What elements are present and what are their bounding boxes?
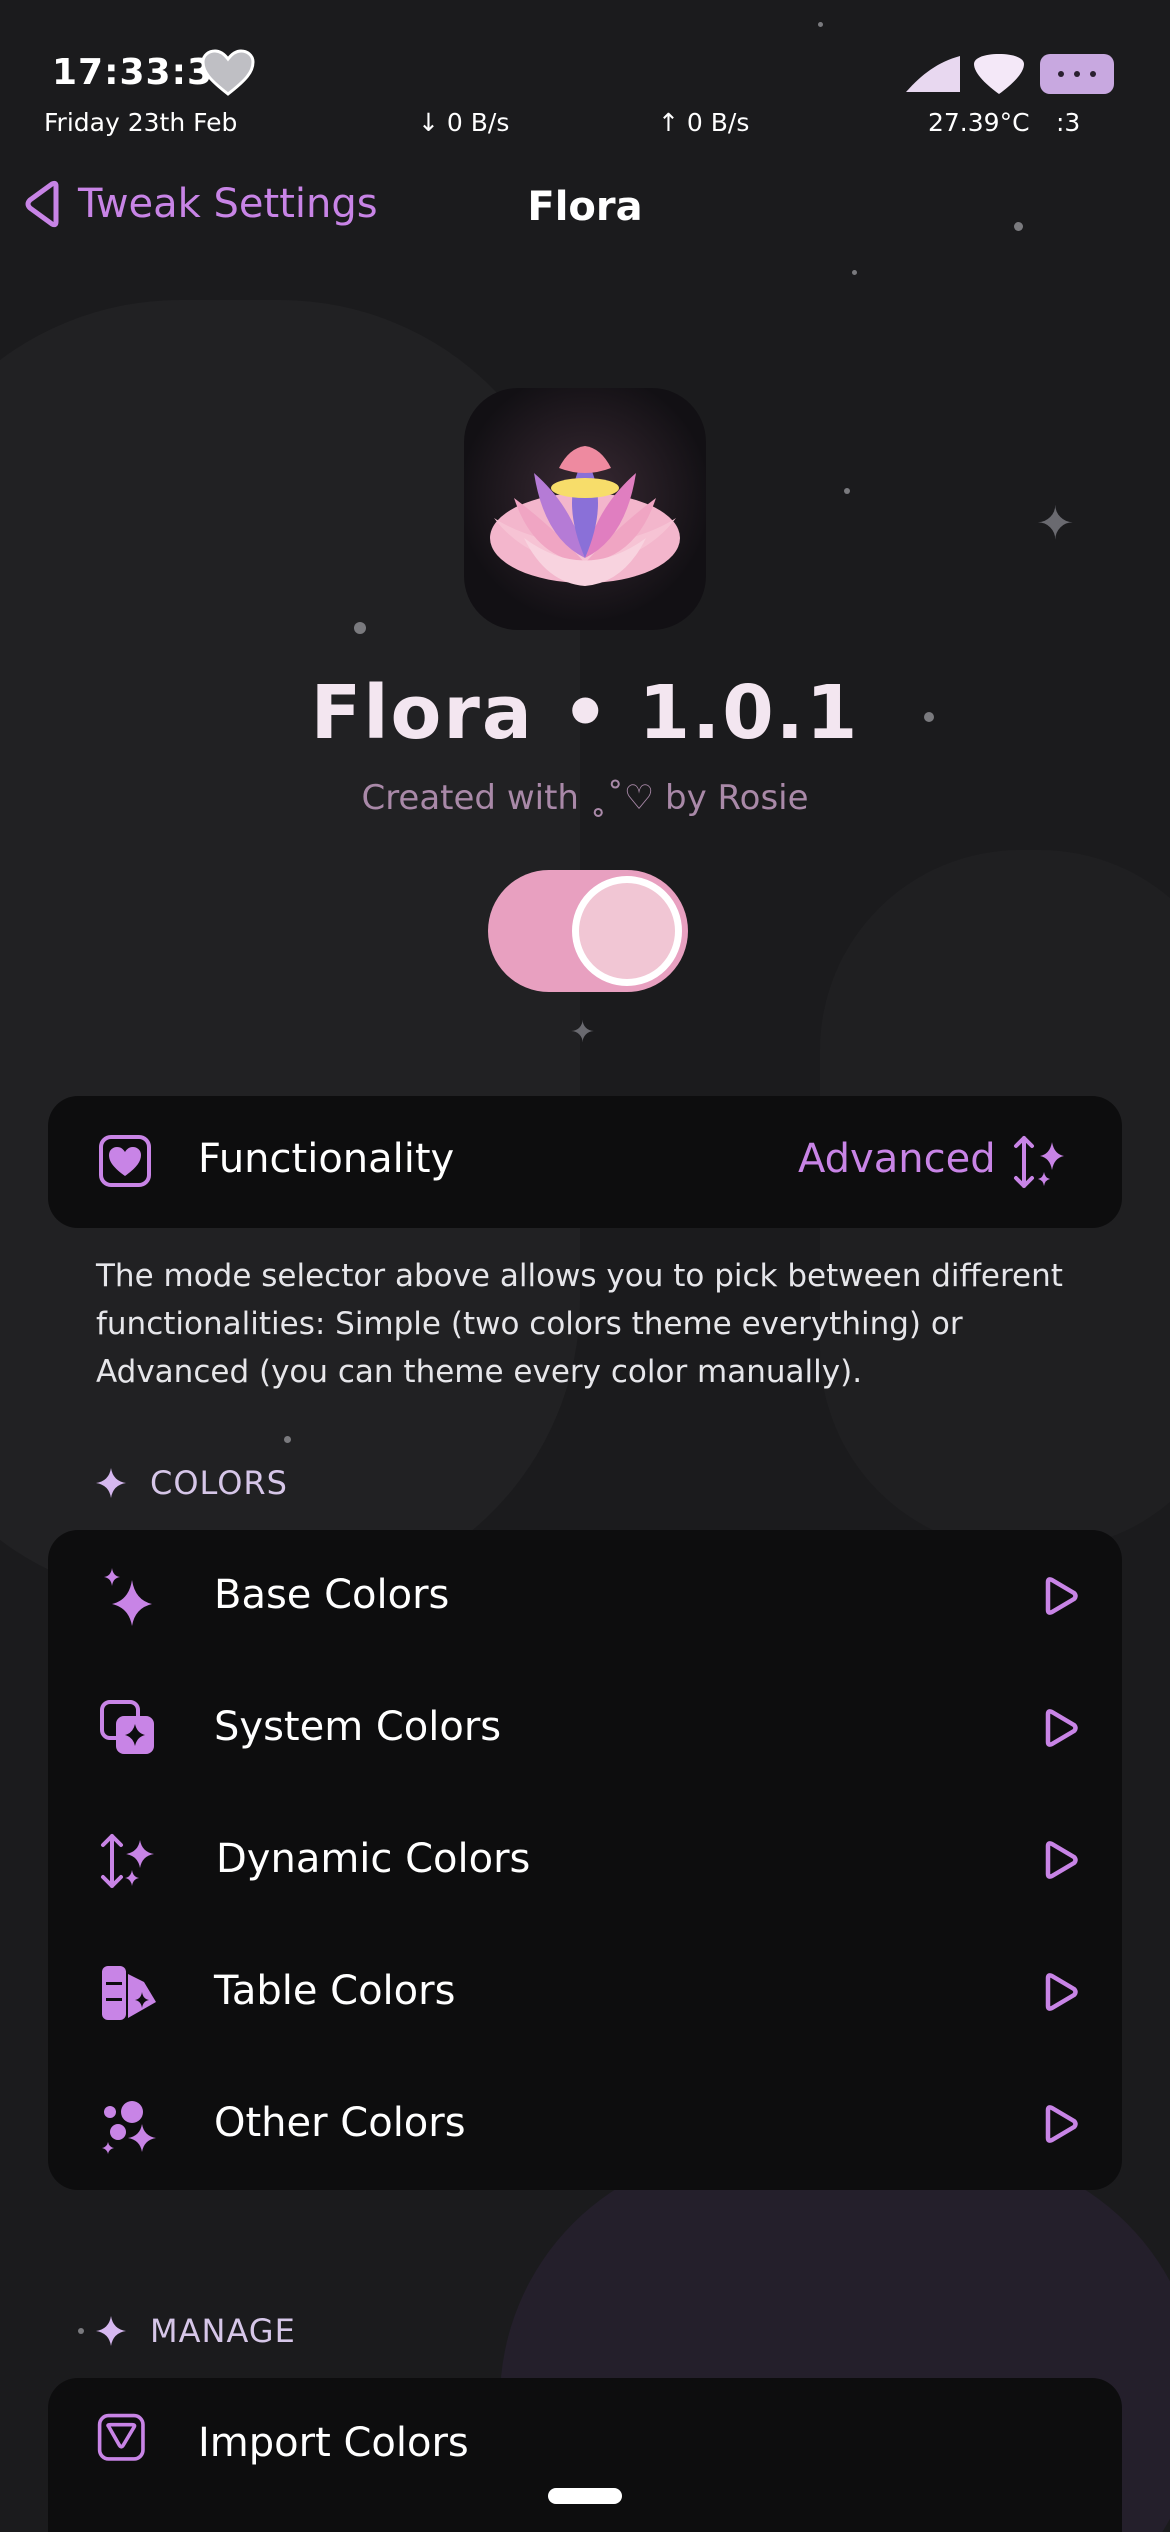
list-item-label: Table Colors — [214, 1968, 456, 2014]
star-dot — [844, 488, 850, 494]
settings-screen: ✦ ✦ 17:33:37 Friday 23th Feb ↓ 0 B/s ↑ 0… — [0, 0, 1170, 2532]
chevron-right-icon — [1045, 1973, 1078, 2011]
status-face: :3 — [1056, 108, 1081, 137]
app-subtitle: Created with ˳˚♡ by Rosie — [361, 778, 809, 818]
enable-toggle[interactable] — [488, 870, 688, 992]
heart-square-icon — [99, 1135, 151, 1187]
lotus-icon — [490, 446, 680, 586]
functionality-row[interactable]: Functionality Advanced — [48, 1096, 1122, 1228]
star-dot — [818, 22, 823, 27]
list-item-label: Dynamic Colors — [216, 1836, 531, 1882]
chevron-right-icon — [1045, 1709, 1078, 1747]
bubbles-sparkle-icon — [102, 2101, 156, 2154]
app-icon — [464, 388, 706, 630]
list-item-label: System Colors — [214, 1704, 502, 1750]
battery-icon — [1040, 54, 1114, 94]
manage-list: Import Colors — [48, 2378, 1122, 2532]
list-item-label: Other Colors — [214, 2100, 466, 2146]
wifi-icon — [974, 54, 1024, 94]
star-dot — [284, 1436, 291, 1443]
sparkle-icon: ✦ — [570, 1015, 596, 1050]
heart-icon — [201, 49, 255, 96]
import-icon — [97, 2413, 145, 2461]
temperature: 27.39°C — [928, 108, 1030, 137]
star-dot — [852, 270, 857, 275]
app-title: Flora • 1.0.1 — [310, 670, 860, 756]
sparkles-icon — [104, 1568, 152, 1626]
functionality-description: The mode selector above allows you to pi… — [96, 1258, 1063, 1390]
upload-speed: ↑ 0 B/s — [658, 108, 750, 137]
sparkle-icon — [96, 2316, 126, 2346]
chevron-right-icon — [1045, 1577, 1078, 1615]
home-indicator[interactable] — [548, 2488, 622, 2504]
chevron-right-icon — [1045, 2105, 1078, 2143]
star-dot — [354, 622, 366, 634]
chevron-right-icon — [1045, 1841, 1078, 1879]
list-item-label: Import Colors — [198, 2420, 469, 2466]
functionality-value: Advanced — [798, 1136, 996, 1182]
star-dot — [78, 2328, 84, 2334]
colors-section-header: COLORS — [94, 1464, 288, 1502]
list-item-other-colors[interactable]: Other Colors — [48, 2058, 1122, 2190]
list-item-system-colors[interactable]: System Colors — [48, 1662, 1122, 1794]
arrows-sparkle-icon — [101, 1834, 154, 1888]
layered-squares-icon — [100, 1700, 154, 1754]
list-item-table-colors[interactable]: Table Colors — [48, 1926, 1122, 2058]
sparkle-icon: ✦ — [1036, 496, 1075, 550]
manage-section-header: MANAGE — [94, 2312, 296, 2350]
toggle-knob — [572, 876, 682, 986]
list-item-base-colors[interactable]: Base Colors — [48, 1530, 1122, 1662]
arrows-sparkle-icon — [1014, 1136, 1064, 1188]
list-item-label: Base Colors — [214, 1572, 450, 1618]
colors-list: Base Colors System Colors Dynamic Colors — [48, 1530, 1122, 2190]
page-title: Flora — [527, 184, 643, 230]
status-date: Friday 23th Feb — [44, 108, 238, 137]
download-speed: ↓ 0 B/s — [418, 108, 510, 137]
functionality-label: Functionality — [198, 1136, 455, 1182]
sparkle-icon — [96, 1468, 126, 1498]
list-item-dynamic-colors[interactable]: Dynamic Colors — [48, 1794, 1122, 1926]
swatch-icon — [102, 1966, 156, 2020]
signal-icon — [906, 56, 960, 92]
